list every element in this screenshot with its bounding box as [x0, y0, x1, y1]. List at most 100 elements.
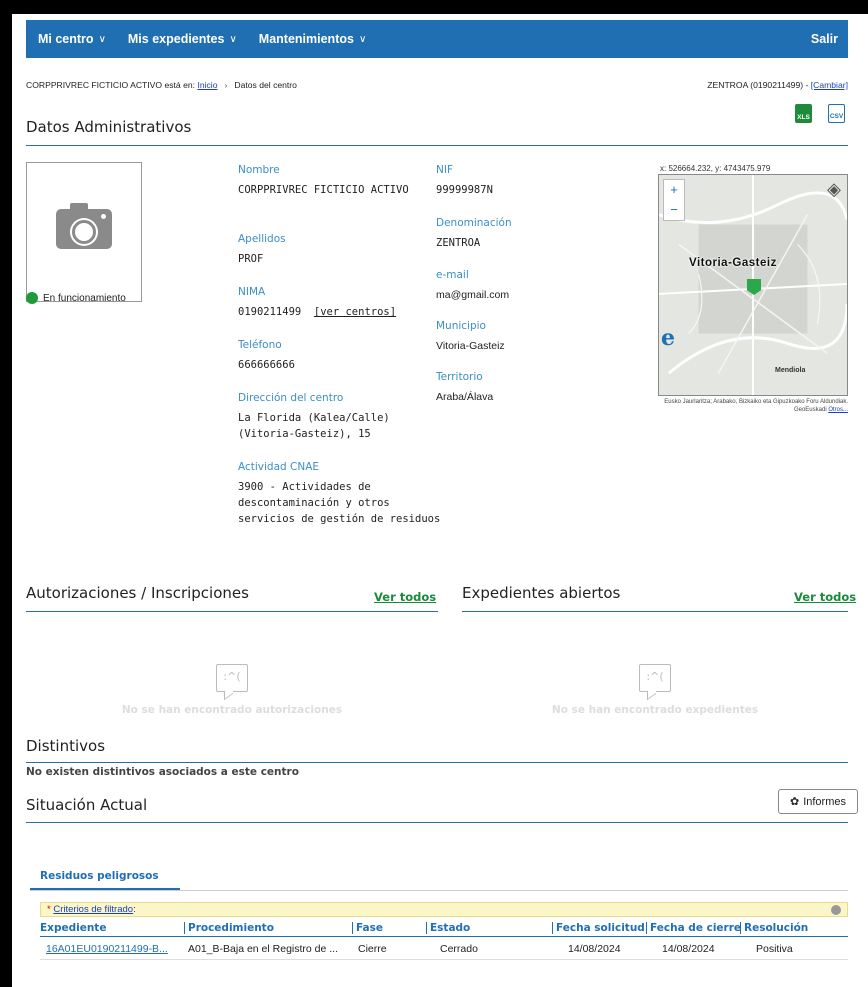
field-value: ZENTROA	[436, 237, 481, 249]
field-value: 666666666	[238, 359, 295, 371]
field-label: Actividad CNAE	[238, 461, 320, 473]
location-map[interactable]: + − ◈ Vitoria-Gasteiz e Mendiola	[658, 174, 848, 396]
empty-message: No se han encontrado autorizaciones	[121, 704, 343, 716]
csv-export-icon[interactable]: CSV	[828, 104, 845, 123]
tab-residuos-peligrosos[interactable]: Residuos peligrosos	[30, 862, 180, 890]
status-indicator: En funcionamiento	[26, 292, 126, 304]
breadcrumb-path: CORPPRIVREC FICTICIO ACTIVO está en: Ini…	[26, 80, 297, 90]
field-email: e-mail ma@gmail.com	[436, 269, 626, 303]
chevron-down-icon: ∨	[358, 33, 367, 45]
distintivos-title: Distintivos	[26, 737, 106, 755]
filter-criteria-bar: * Criterios de filtrado:	[40, 902, 848, 917]
attribution-text: Eusko Jaurlaritza; Arabako, Bizkaiko eta…	[664, 399, 848, 413]
field-label: Dirección del centro	[238, 392, 344, 404]
export-icons: XLS CSV	[795, 104, 845, 123]
centre-photo-placeholder[interactable]	[26, 162, 142, 302]
field-value: 99999987N	[436, 184, 493, 196]
col-fecha-solicitud[interactable]: Fecha solicitud	[552, 922, 645, 934]
status-label: En funcionamiento	[43, 292, 126, 304]
sad-face-icon: :^(	[639, 664, 671, 692]
expedientes-title: Expedientes abiertos	[462, 584, 621, 602]
divider	[26, 762, 848, 763]
logout-button[interactable]: Salir	[811, 32, 838, 46]
field-direccion: Dirección del centro La Florida (Kalea/C…	[238, 392, 438, 442]
zoom-in-button[interactable]: +	[664, 180, 684, 200]
field-telefono: Teléfono 666666666	[238, 339, 438, 373]
field-territorio: Territorio Araba/Álava	[436, 371, 626, 405]
chevron-down-icon: ∨	[98, 33, 106, 45]
field-nif: NIF 99999987N	[436, 164, 626, 198]
field-label: Nombre	[238, 164, 280, 176]
map-city-label: Vitoria-Gasteiz	[689, 257, 777, 269]
clear-filter-icon[interactable]	[831, 905, 841, 915]
table-row[interactable]: 16A01EU0190211499-B... A01_B-Baja en el …	[40, 938, 848, 960]
menu-label: Mantenimientos	[258, 32, 354, 46]
divider	[462, 611, 848, 612]
nima-value: 0190211499	[238, 306, 302, 318]
field-municipio: Municipio Vitoria-Gasteiz	[436, 320, 626, 354]
menu-mis-expedientes[interactable]: Mis expedientes ∨	[128, 32, 237, 46]
current-centre: ZENTROA (0190211499) - [Cambiar]	[707, 80, 848, 90]
map-zoom-control: + −	[663, 179, 685, 221]
menu-mantenimientos[interactable]: Mantenimientos ∨	[259, 32, 366, 46]
field-nima: NIMA 0190211499 [ver centros]	[238, 286, 438, 320]
attribution-more-link[interactable]: Otros...	[828, 407, 848, 413]
tab-divider	[30, 890, 848, 891]
autorizaciones-ver-todos-link[interactable]: Ver todos	[374, 590, 436, 604]
map-area-label: Mendiola	[775, 367, 806, 374]
col-fase[interactable]: Fase	[352, 922, 383, 934]
xls-export-icon[interactable]: XLS	[795, 104, 812, 123]
menu-mi-centro[interactable]: Mi centro ∨	[38, 32, 106, 46]
breadcrumb-prefix: CORPPRIVREC FICTICIO ACTIVO está en:	[26, 80, 196, 90]
cell-estado: Cerrado	[440, 943, 478, 955]
field-value: PROF	[238, 253, 264, 265]
filter-star: *	[47, 904, 51, 915]
cell-expediente[interactable]: 16A01EU0190211499-B...	[46, 943, 188, 955]
status-dot-icon	[26, 292, 38, 304]
layers-icon[interactable]: ◈	[827, 179, 841, 200]
cell-fecha-solicitud: 14/08/2024	[568, 943, 621, 955]
map-coordinates: x: 526664.232, y: 4743475.979	[660, 164, 771, 173]
field-label: NIMA	[238, 286, 266, 298]
col-estado[interactable]: Estado	[426, 922, 470, 934]
col-resolucion[interactable]: Resolución	[740, 922, 808, 934]
col-fecha-cierre[interactable]: Fecha de cierre	[646, 922, 741, 934]
current-centre-label: ZENTROA (0190211499) -	[707, 80, 809, 90]
autorizaciones-empty-state: :^( No se han encontrado autorizaciones	[26, 664, 438, 716]
filter-criteria-link[interactable]: Criterios de filtrado	[53, 904, 133, 915]
sad-face-icon: :^(	[216, 664, 248, 692]
zoom-out-button[interactable]: −	[664, 200, 684, 220]
cell-fecha-cierre: 14/08/2024	[662, 943, 715, 955]
field-value: 3900 - Actividades de descontaminación y…	[238, 481, 441, 525]
nav-menus: Mi centro ∨ Mis expedientes ∨ Mantenimient…	[38, 32, 366, 46]
col-expediente[interactable]: Expediente	[40, 922, 106, 934]
field-value: Vitoria-Gasteiz	[436, 340, 505, 352]
filter-colon: :	[133, 904, 136, 915]
ver-centros-link[interactable]: [ver centros]	[314, 306, 396, 318]
empty-message: No se han encontrado expedientes	[551, 704, 759, 716]
expediente-link[interactable]: 16A01EU0190211499-B...	[46, 943, 168, 955]
field-value: ma@gmail.com	[436, 289, 510, 301]
change-centre-link[interactable]: [Cambiar]	[811, 80, 848, 90]
informes-label: Informes	[803, 795, 846, 808]
divider	[26, 822, 848, 823]
gear-icon: ✿	[789, 796, 800, 808]
map-attribution: Eusko Jaurlaritza; Arabako, Bizkaiko eta…	[660, 398, 848, 414]
field-nombre: Nombre CORPPRIVREC FICTICIO ACTIVO	[238, 164, 438, 198]
field-apellidos: Apellidos PROF	[238, 233, 438, 267]
field-value: CORPPRIVREC FICTICIO ACTIVO	[238, 184, 409, 196]
breadcrumb-current: Datos del centro	[234, 80, 297, 90]
breadcrumb-home-link[interactable]: Inicio	[197, 80, 217, 90]
field-denominacion: Denominación ZENTROA	[436, 217, 626, 251]
col-procedimiento[interactable]: Procedimiento	[184, 922, 274, 934]
cell-procedimiento: A01_B-Baja en el Registro de ...	[188, 943, 339, 955]
breadcrumb-separator: ›	[224, 80, 228, 90]
field-label: Apellidos	[238, 233, 286, 245]
expedientes-ver-todos-link[interactable]: Ver todos	[794, 590, 856, 604]
field-label: Teléfono	[238, 339, 282, 351]
autorizaciones-title: Autorizaciones / Inscripciones	[26, 584, 249, 602]
informes-button[interactable]: ✿ Informes	[778, 789, 858, 814]
divider	[26, 611, 438, 612]
breadcrumb: CORPPRIVREC FICTICIO ACTIVO está en: Ini…	[26, 80, 848, 90]
camera-icon	[56, 203, 112, 249]
